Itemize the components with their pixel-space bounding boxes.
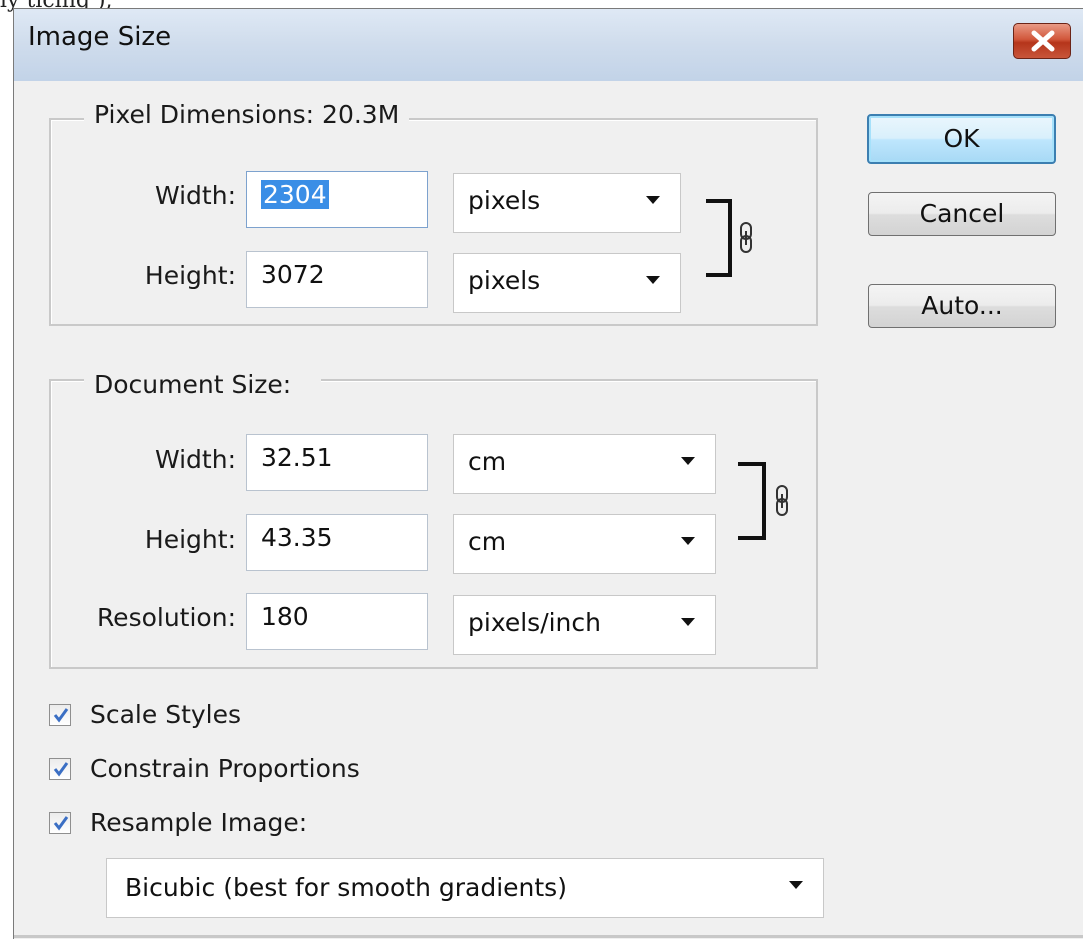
pixel-dimensions-legend: Pixel Dimensions: 20.3M bbox=[84, 100, 410, 130]
doc-height-unit-select[interactable]: cm bbox=[453, 514, 716, 574]
doc-width-input[interactable]: 32.51 bbox=[246, 434, 428, 491]
doc-height-input[interactable]: 43.35 bbox=[246, 514, 428, 571]
cancel-button[interactable]: Cancel bbox=[868, 192, 1056, 236]
chevron-down-icon bbox=[789, 881, 803, 889]
chevron-down-icon bbox=[681, 618, 695, 626]
doc-width-label: Width: bbox=[154, 445, 236, 474]
ok-button[interactable]: OK bbox=[867, 114, 1056, 164]
pixel-width-value: 2304 bbox=[261, 180, 329, 209]
document-size-legend: Document Size: bbox=[84, 370, 322, 400]
pixel-width-label: Width: bbox=[154, 181, 236, 210]
pixel-link-bracket bbox=[706, 199, 732, 277]
pixel-height-input[interactable]: 3072 bbox=[246, 251, 428, 308]
chevron-down-icon bbox=[681, 457, 695, 465]
pixel-height-unit: pixels bbox=[468, 266, 541, 295]
resolution-value: 180 bbox=[261, 602, 309, 631]
auto-label: Auto... bbox=[921, 291, 1003, 320]
resolution-input[interactable]: 180 bbox=[246, 593, 428, 650]
resolution-unit-select[interactable]: pixels/inch bbox=[453, 595, 716, 655]
scale-styles-label[interactable]: Scale Styles bbox=[90, 700, 241, 730]
chevron-down-icon bbox=[646, 276, 660, 284]
pixel-height-unit-select[interactable]: pixels bbox=[453, 253, 681, 313]
resample-method-value: Bicubic (best for smooth gradients) bbox=[125, 873, 567, 902]
pixel-dimensions-group bbox=[49, 118, 818, 326]
resolution-label: Resolution: bbox=[96, 603, 236, 632]
pixel-width-input[interactable]: 2304 bbox=[246, 171, 428, 228]
doc-link-bracket bbox=[738, 462, 766, 540]
resolution-unit: pixels/inch bbox=[468, 608, 601, 637]
checkmark-icon bbox=[53, 762, 69, 777]
doc-width-unit: cm bbox=[468, 447, 507, 476]
constrain-proportions-label[interactable]: Constrain Proportions bbox=[90, 754, 360, 784]
window-title: Image Size bbox=[28, 22, 172, 52]
pixel-width-unit-select[interactable]: pixels bbox=[453, 173, 681, 233]
constrain-proportions-checkbox[interactable] bbox=[49, 758, 71, 780]
scale-styles-checkbox[interactable] bbox=[49, 704, 71, 726]
chain-link-icon bbox=[776, 485, 788, 516]
auto-button[interactable]: Auto... bbox=[868, 284, 1056, 328]
pixel-height-value: 3072 bbox=[261, 260, 325, 289]
doc-height-unit: cm bbox=[468, 527, 507, 556]
close-icon bbox=[1031, 30, 1055, 52]
close-button[interactable] bbox=[1013, 23, 1071, 59]
pixel-width-unit: pixels bbox=[468, 186, 541, 215]
resample-method-select[interactable]: Bicubic (best for smooth gradients) bbox=[106, 858, 824, 918]
chevron-down-icon bbox=[681, 537, 695, 545]
ok-label: OK bbox=[943, 124, 980, 153]
checkmark-icon bbox=[53, 708, 69, 723]
doc-height-label: Height: bbox=[144, 525, 236, 554]
chevron-down-icon bbox=[646, 196, 660, 204]
pixel-height-label: Height: bbox=[144, 261, 236, 290]
doc-height-value: 43.35 bbox=[261, 523, 333, 552]
title-bar[interactable] bbox=[14, 9, 1083, 81]
doc-width-value: 32.51 bbox=[261, 443, 333, 472]
chain-link-icon bbox=[740, 222, 752, 253]
checkmark-icon bbox=[53, 816, 69, 831]
cancel-label: Cancel bbox=[919, 199, 1005, 228]
doc-width-unit-select[interactable]: cm bbox=[453, 434, 716, 494]
resample-image-checkbox[interactable] bbox=[49, 812, 71, 834]
resample-image-label[interactable]: Resample Image: bbox=[90, 808, 307, 838]
